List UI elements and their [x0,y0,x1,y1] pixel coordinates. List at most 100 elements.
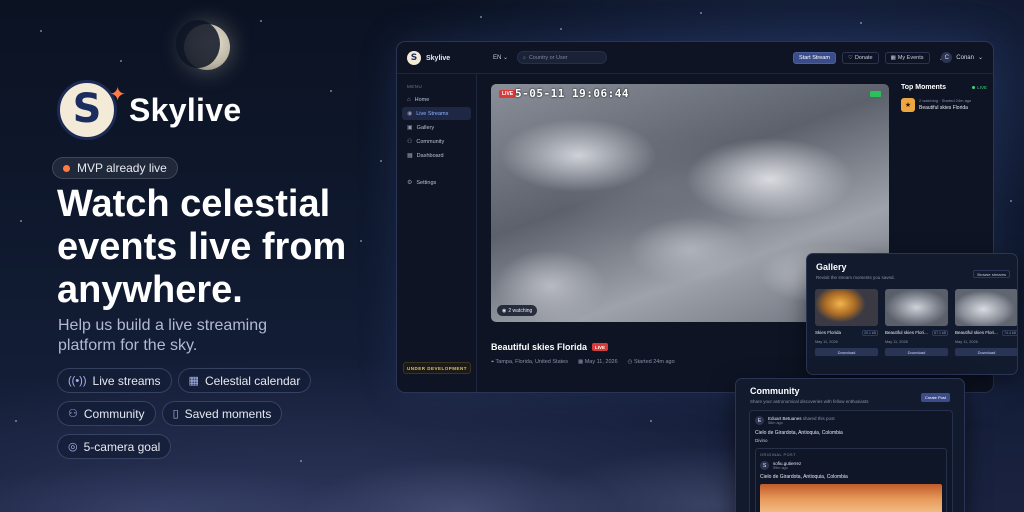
live-badge: LIVE [499,90,517,98]
user-name: Conan [956,54,974,61]
top-moments-header: Top Moments LIVE [901,84,987,91]
users-icon: ⚇ [407,139,413,145]
feature-chips: ((•)) Live streams ▦ Celestial calendar … [57,368,387,459]
gallery-item-name: Beautiful skies Flori... [955,330,998,335]
grid-icon: ▦ [407,153,413,159]
feature-chip-label: Live streams [92,373,161,388]
feature-chip-label: 5-camera goal [83,439,161,454]
app-brand-name: Skylive [426,54,451,62]
post-location: Cielo de Girardota, Antioquia, Colombia [755,430,843,436]
gallery-thumbnail[interactable] [885,289,948,326]
user-menu[interactable]: C Conan ⌄ [941,52,983,63]
gallery-subtitle: Revisit the stream moments you saved. [816,275,895,280]
camera-timestamp: 5-05-11 19:06:44 [515,87,629,100]
moon-image [176,20,230,70]
feature-chip-saved-moments: ▯ Saved moments [161,401,283,426]
gallery-thumbnail[interactable] [955,289,1017,326]
language-select[interactable]: EN ⌄ [493,54,508,61]
gallery-panel: Gallery Revisit the stream moments you s… [806,253,1018,375]
sidebar-item-home[interactable]: ⌂ Home [402,93,471,106]
users-icon: ⚇ [68,408,78,420]
moment-name: Beautiful skies Florida [919,105,968,111]
community-title: Community [750,386,800,396]
logo-letter: S [72,86,102,132]
gallery-title: Gallery [816,262,847,272]
search-icon: ⌕ [523,54,526,61]
moment-thumbnail: ★ [901,98,915,112]
sidebar-item-dashboard[interactable]: ▦ Dashboard [402,149,471,162]
gallery-thumbnail[interactable] [815,289,878,326]
sidebar-item-gallery[interactable]: ▣ Gallery [402,121,471,134]
avatar: C [941,52,953,63]
sidebar-item-live-streams[interactable]: ◉ Live Streams [402,107,471,120]
image-icon: ▣ [407,125,413,131]
browse-streams-button[interactable]: Browse streams [973,270,1010,278]
donate-label: Donate [854,55,873,61]
hero-subtitle: Help us build a live streaming platform … [58,317,267,354]
feature-chip-community: ⚇ Community [57,401,156,426]
original-post-image[interactable] [760,484,942,512]
app-brand[interactable]: S Skylive [407,51,450,65]
chevron-down-icon: ⌄ [503,55,509,61]
post-text: Divino [755,438,768,443]
broadcast-icon: ◉ [407,111,413,117]
live-indicator: LIVE [972,85,987,90]
top-actions: Start Stream ♡ Donate ▦ My Events ♪ [793,52,943,64]
chevron-down-icon: ⌄ [977,55,983,61]
sparkle-icon: ✦ [109,84,126,106]
download-button[interactable]: Download [815,348,878,356]
download-button[interactable]: Download [955,348,1017,356]
sidebar-item-label: Settings [416,179,437,186]
gallery-item-date: May 11, 2026 [885,340,908,344]
eye-icon: ◉ [502,307,507,314]
mvp-badge-label: MVP already live [77,161,167,175]
moment-meta: 2 watching · Started 24m ago [919,98,972,103]
app-sidebar: MENU ⌂ Home ◉ Live Streams ▣ Gallery ⚇ C… [397,74,477,392]
my-events-button[interactable]: ▦ My Events [884,52,930,64]
home-icon: ⌂ [407,96,411,103]
community-post: E Eduart Betuanes shared this post 58m a… [749,410,953,512]
brand-logo: S ✦ Skylive [57,80,241,140]
sidebar-item-settings[interactable]: ⚙ Settings [402,176,471,189]
sidebar-item-community[interactable]: ⚇ Community [402,135,471,148]
avatar: S [760,461,769,470]
feature-chip-label: Saved moments [184,406,272,421]
viewer-count-label: 2 watching [508,307,533,314]
donate-button[interactable]: ♡ Donate [841,52,879,64]
gallery-item-name: Beautiful skies Flori... [885,330,928,335]
search-input[interactable] [528,54,599,61]
status-badge: UNDER DEVELOPMENT [403,362,471,374]
gallery-item-name: Skies Florida [815,330,842,335]
feature-chip-camera-goal: ◎ 5-camera goal [57,434,172,459]
app-logo-icon: S [407,51,421,65]
community-subtitle: Share your astronomical discoveries with… [750,399,869,404]
gear-icon: ⚙ [407,180,413,186]
bookmark-icon: ▯ [172,408,179,420]
download-button[interactable]: Download [885,348,948,356]
gallery-item-date: May 11, 2026 [815,340,838,344]
status-dot-icon [63,164,70,172]
sidebar-item-label: Home [414,96,430,103]
my-events-label: My Events [897,55,924,61]
top-moment-item[interactable]: ★ 2 watching · Started 24m ago Beautiful… [901,98,987,112]
app-topbar: S Skylive EN ⌄ ⌕ Start Stream ♡ Donate ▦… [397,42,993,74]
post-time: 58m ago [768,421,783,425]
sidebar-item-label: Gallery [416,124,435,131]
heart-icon: ♡ [847,55,853,61]
start-stream-button[interactable]: Start Stream [793,52,836,64]
feature-chip-label: Community [83,406,145,421]
create-post-button[interactable]: Create Post [920,393,950,402]
hero-headline: Watch celestial events live from anywher… [57,183,347,311]
post-header: E Eduart Betuanes shared this post 58m a… [755,416,947,425]
feature-chip-label: Celestial calendar [204,373,301,388]
sidebar-item-label: Community [416,138,445,145]
battery-icon [870,91,881,97]
broadcast-icon: ((•)) [68,374,87,387]
gallery-grid: Skies Florida 20.1 kB May 11, 2026 Downlo… [815,289,1017,356]
logo-mark: S ✦ [57,80,126,140]
calendar-icon: ▦ [890,55,896,61]
search-box: ⌕ [517,51,607,64]
top-moments-title: Top Moments [901,84,946,91]
stream-title: Beautiful skies Florida [491,342,588,352]
started-text: ◷ Started 24m ago [627,359,675,365]
